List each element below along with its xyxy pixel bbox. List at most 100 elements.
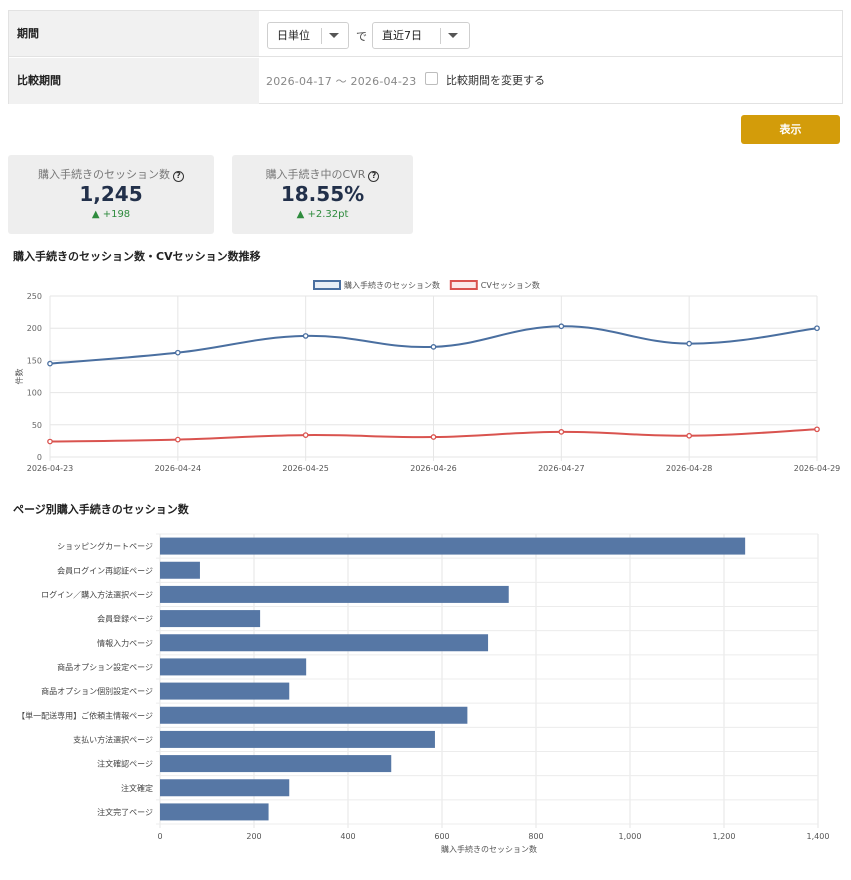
y-tick-label: 情報入力ページ bbox=[97, 638, 153, 648]
kpi-card-cvr: 購入手続き中のCVR? 18.55% ▲ +2.32pt bbox=[232, 155, 413, 234]
bar bbox=[160, 658, 307, 676]
bar bbox=[160, 779, 290, 797]
x-tick-label: 2026-04-28 bbox=[666, 464, 713, 473]
range-select-value: 直近7日 bbox=[382, 29, 422, 42]
period-cell: 日単位 で 直近7日 bbox=[259, 11, 842, 56]
data-point bbox=[174, 436, 181, 443]
help-icon[interactable]: ? bbox=[173, 171, 184, 182]
x-tick-label: 800 bbox=[528, 832, 543, 841]
data-point bbox=[686, 432, 693, 439]
bar bbox=[160, 585, 509, 603]
y-tick-label: 0 bbox=[37, 453, 42, 462]
data-point bbox=[302, 432, 309, 438]
unit-select-value: 日単位 bbox=[277, 29, 310, 42]
range-select[interactable]: 直近7日 bbox=[372, 22, 470, 49]
legend-swatch bbox=[449, 280, 478, 290]
select-divider bbox=[440, 28, 441, 44]
y-tick-label: 注文確認ページ bbox=[97, 759, 153, 769]
kpi-title: 購入手続きのセッション数? bbox=[8, 166, 214, 182]
x-tick-label: 2026-04-23 bbox=[27, 464, 74, 473]
y-tick-label: 商品オプション個別設定ページ bbox=[41, 686, 153, 696]
line-chart: 0 50 100 150 200 250 2026-04-23 2026-04-24 2026-… bbox=[14, 280, 841, 473]
bar bbox=[160, 610, 261, 628]
data-point bbox=[430, 344, 437, 350]
period-row: 期間 日単位 で 直近7日 bbox=[9, 11, 842, 57]
compare-cell: 2026-04-17 ～ 2026-04-23 比較期間を変更する bbox=[259, 58, 842, 104]
compare-range: 2026-04-17 ～ 2026-04-23 bbox=[266, 75, 417, 88]
chevron-down-icon bbox=[448, 33, 458, 38]
x-tick-label: 1,200 bbox=[713, 832, 736, 841]
x-tick-label: 2026-04-24 bbox=[155, 464, 202, 473]
x-axis-label: 購入手続きのセッション数 bbox=[441, 844, 537, 854]
data-point bbox=[174, 349, 181, 356]
x-tick-label: 1,400 bbox=[807, 832, 830, 841]
x-tick-label: 600 bbox=[434, 832, 449, 841]
show-button[interactable]: 表示 bbox=[741, 115, 840, 144]
y-tick-label: 50 bbox=[32, 421, 42, 430]
kpi-value: 1,245 bbox=[79, 182, 143, 206]
range-connector: で bbox=[356, 30, 367, 43]
y-tick-label: 注文完了ページ bbox=[97, 807, 153, 817]
y-tick-label: 【単一配送専用】ご依頼主情報ページ bbox=[17, 710, 153, 720]
kpi-card-sessions: 購入手続きのセッション数? 1,245 ▲ +198 bbox=[8, 155, 214, 234]
y-tick-label: ログイン／購入方法選択ページ bbox=[41, 589, 153, 599]
unit-select[interactable]: 日単位 bbox=[267, 22, 349, 49]
legend-swatch bbox=[313, 280, 341, 290]
data-point bbox=[814, 325, 820, 332]
kpi-title: 購入手続き中のCVR? bbox=[232, 166, 413, 182]
x-tick-label: 400 bbox=[340, 832, 355, 841]
y-axis-label: 件数 bbox=[14, 369, 24, 385]
bar bbox=[160, 803, 269, 821]
data-point bbox=[302, 333, 309, 339]
compare-label: 比較期間 bbox=[9, 58, 259, 104]
period-label: 期間 bbox=[9, 11, 259, 56]
compare-change-checkbox[interactable] bbox=[425, 72, 438, 85]
bar bbox=[160, 634, 489, 652]
y-tick-label: 100 bbox=[27, 389, 42, 398]
line-chart-title: 購入手続きのセッション数・CVセッション数推移 bbox=[13, 250, 261, 263]
data-point bbox=[430, 434, 437, 440]
y-tick-label: 注文確定 bbox=[121, 783, 153, 793]
filter-table: 期間 日単位 で 直近7日 比較期間 2026-04-17 ～ 2026-04-… bbox=[8, 10, 843, 104]
y-tick-label: 会員登録ページ bbox=[97, 614, 153, 624]
kpi-value: 18.55% bbox=[280, 182, 365, 206]
select-divider bbox=[321, 28, 322, 44]
data-point bbox=[47, 438, 53, 445]
y-tick-label: 200 bbox=[27, 324, 42, 333]
bar bbox=[160, 561, 200, 579]
kpi-title-text: 購入手続き中のCVR bbox=[265, 168, 366, 181]
x-tick-label: 2026-04-29 bbox=[794, 464, 841, 473]
data-point bbox=[686, 340, 693, 347]
bar bbox=[160, 755, 392, 773]
help-icon[interactable]: ? bbox=[368, 171, 380, 182]
compare-row: 比較期間 2026-04-17 ～ 2026-04-23 比較期間を変更する bbox=[9, 58, 842, 104]
y-tick-label: 150 bbox=[27, 356, 42, 365]
kpi-diff: ▲ +2.32pt bbox=[296, 209, 349, 220]
compare-change-label[interactable]: 比較期間を変更する bbox=[446, 72, 545, 88]
x-tick-label: 1,000 bbox=[619, 832, 642, 841]
bar-chart: 0 200 400 600 800 1,000 1,200 1,400 ショッピングカートページ… bbox=[17, 533, 830, 854]
bar bbox=[160, 537, 746, 555]
y-tick-label: 250 bbox=[27, 292, 42, 301]
bar bbox=[160, 682, 290, 700]
legend-label: CVセッション数 bbox=[481, 280, 540, 290]
y-tick-label: 支払い方法選択ページ bbox=[73, 734, 153, 744]
data-point bbox=[814, 426, 820, 433]
legend-label: 購入手続きのセッション数 bbox=[344, 280, 440, 290]
x-tick-label: 2026-04-25 bbox=[282, 464, 329, 473]
y-tick-label: 商品オプション設定ページ bbox=[57, 662, 153, 672]
y-tick-label: 会員ログイン再認証ページ bbox=[57, 565, 153, 575]
x-tick-label: 200 bbox=[246, 832, 261, 841]
x-tick-label: 2026-04-27 bbox=[538, 464, 585, 473]
chevron-down-icon bbox=[329, 33, 339, 38]
bar bbox=[160, 730, 435, 748]
kpi-diff: ▲ +198 bbox=[91, 209, 131, 220]
kpi-title-text: 購入手続きのセッション数 bbox=[38, 168, 170, 181]
data-point bbox=[558, 323, 565, 330]
y-tick-label: ショッピングカートページ bbox=[57, 541, 153, 551]
bar-chart-title: ページ別購入手続きのセッション数 bbox=[13, 503, 189, 516]
data-point bbox=[47, 360, 53, 367]
x-tick-label: 2026-04-26 bbox=[410, 464, 457, 473]
x-tick-label: 0 bbox=[157, 832, 162, 841]
bar bbox=[160, 706, 468, 724]
